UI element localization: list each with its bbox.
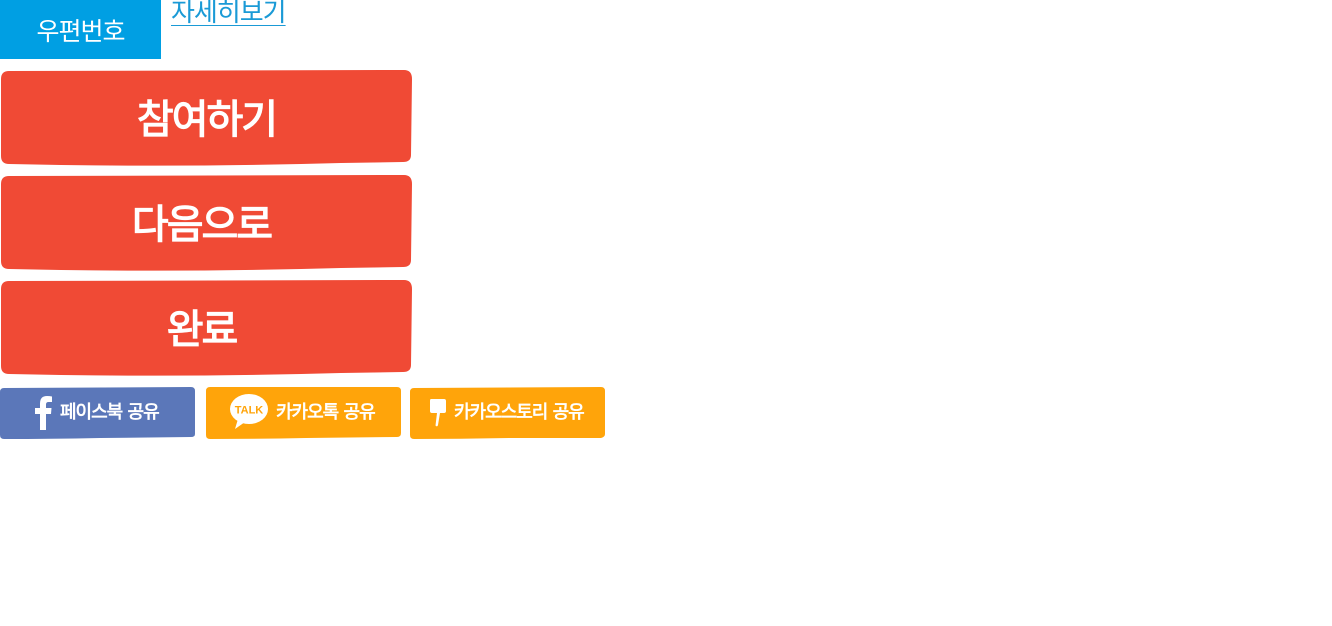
join-button[interactable]: 참여하기 [1, 70, 412, 166]
zipcode-label-text: 우편번호 [36, 16, 125, 46]
facebook-share-button[interactable]: 페이스북 공유 [0, 387, 195, 439]
next-button-label: 다음으로 [131, 202, 273, 248]
kakaotalk-share-label: 카카오톡 공유 [276, 402, 376, 423]
done-button-label: 완료 [166, 307, 239, 353]
kakaotalk-icon-text: TALK [235, 405, 264, 417]
next-button[interactable]: 다음으로 [1, 175, 412, 271]
kakaostory-icon [428, 398, 448, 428]
join-button-label: 참여하기 [136, 97, 278, 143]
kakaostory-share-button[interactable]: 카카오스토리 공유 [410, 387, 605, 439]
facebook-icon [32, 396, 54, 430]
done-button[interactable]: 완료 [1, 280, 412, 376]
zipcode-label: 우편번호 [0, 0, 161, 59]
detail-link[interactable]: 자세히보기 [171, 0, 287, 29]
kakaostory-share-label: 카카오스토리 공유 [454, 402, 585, 423]
page: 우편번호 자세히보기 참여하기 다음으로 완료 페이스북 공유 TALK 카카오… [0, 0, 1332, 626]
kakaotalk-icon: TALK [228, 393, 270, 431]
kakaotalk-share-button[interactable]: TALK 카카오톡 공유 [206, 387, 401, 439]
facebook-share-label: 페이스북 공유 [60, 402, 160, 423]
